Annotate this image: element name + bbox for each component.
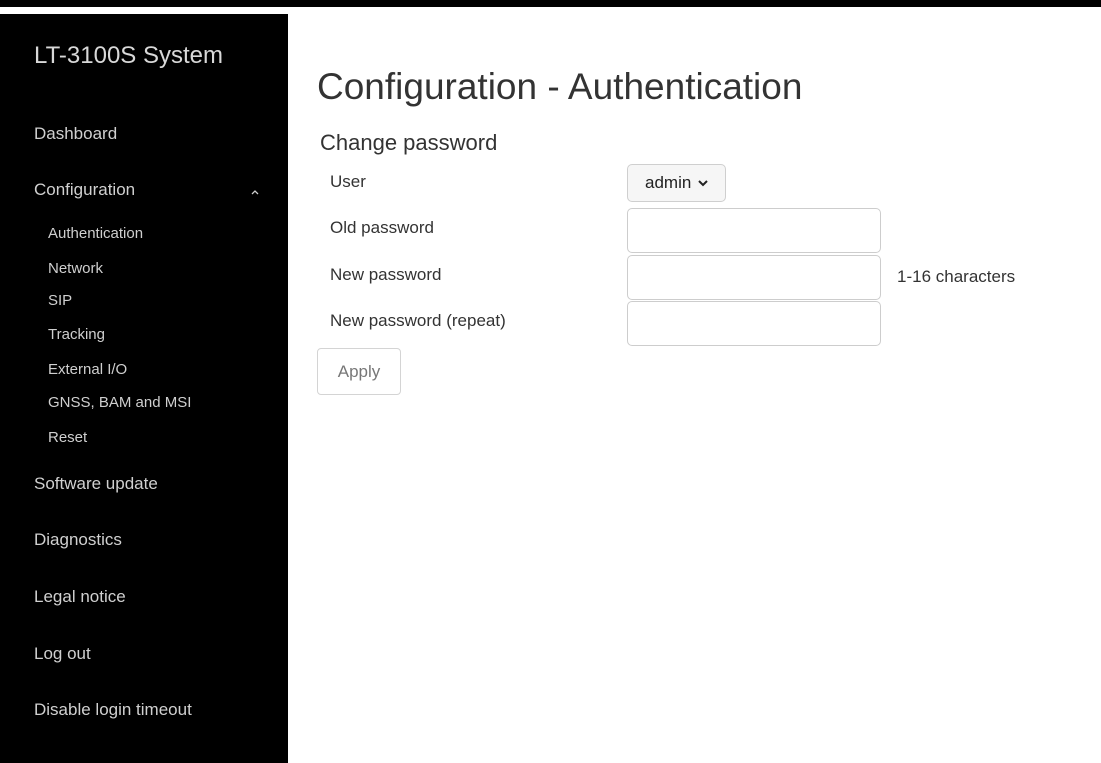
sidebar-item-legal-notice[interactable]: Legal notice xyxy=(34,587,126,607)
sidebar-item-configuration[interactable]: Configuration xyxy=(34,180,135,200)
chevron-up-icon[interactable] xyxy=(248,185,262,199)
main-content: Configuration - Authentication Change pa… xyxy=(288,14,1101,756)
sidebar-item-diagnostics[interactable]: Diagnostics xyxy=(34,530,122,550)
section-title: Change password xyxy=(320,130,498,155)
old-password-label: Old password xyxy=(330,218,434,237)
old-password-input[interactable] xyxy=(627,208,881,253)
repeat-password-input[interactable] xyxy=(627,301,881,346)
sidebar-subitem-reset[interactable]: Reset xyxy=(48,429,87,446)
sidebar-subitem-authentication[interactable]: Authentication xyxy=(48,225,143,242)
sidebar-item-dashboard[interactable]: Dashboard xyxy=(34,124,117,144)
repeat-password-label: New password (repeat) xyxy=(330,311,506,330)
new-password-input[interactable] xyxy=(627,255,881,300)
user-label: User xyxy=(330,172,366,191)
chevron-down-icon xyxy=(698,180,709,187)
sidebar-item-software-update[interactable]: Software update xyxy=(34,474,158,494)
sidebar-item-disable-login-timeout[interactable]: Disable login timeout xyxy=(34,700,192,720)
user-select[interactable]: admin xyxy=(627,164,727,202)
sidebar-subitem-network[interactable]: Network xyxy=(48,260,103,277)
sidebar-subitem-sip[interactable]: SIP xyxy=(48,292,72,309)
user-select-value: admin xyxy=(645,173,692,192)
sidebar: LT-3100S System Dashboard Configuration … xyxy=(0,14,288,763)
new-password-hint: 1-16 characters xyxy=(897,267,1016,286)
app-frame: LT-3100S System Dashboard Configuration … xyxy=(0,0,1101,763)
sidebar-item-log-out[interactable]: Log out xyxy=(34,644,91,664)
sidebar-subitem-tracking[interactable]: Tracking xyxy=(48,326,105,343)
apply-button[interactable]: Apply xyxy=(317,348,401,395)
sidebar-subitem-external-io[interactable]: External I/O xyxy=(48,361,127,378)
new-password-label: New password xyxy=(330,265,442,284)
brand-title: LT-3100S System xyxy=(34,42,223,69)
page-title: Configuration - Authentication xyxy=(317,66,803,107)
sidebar-subitem-gnss-bam-msi[interactable]: GNSS, BAM and MSI xyxy=(48,394,191,411)
